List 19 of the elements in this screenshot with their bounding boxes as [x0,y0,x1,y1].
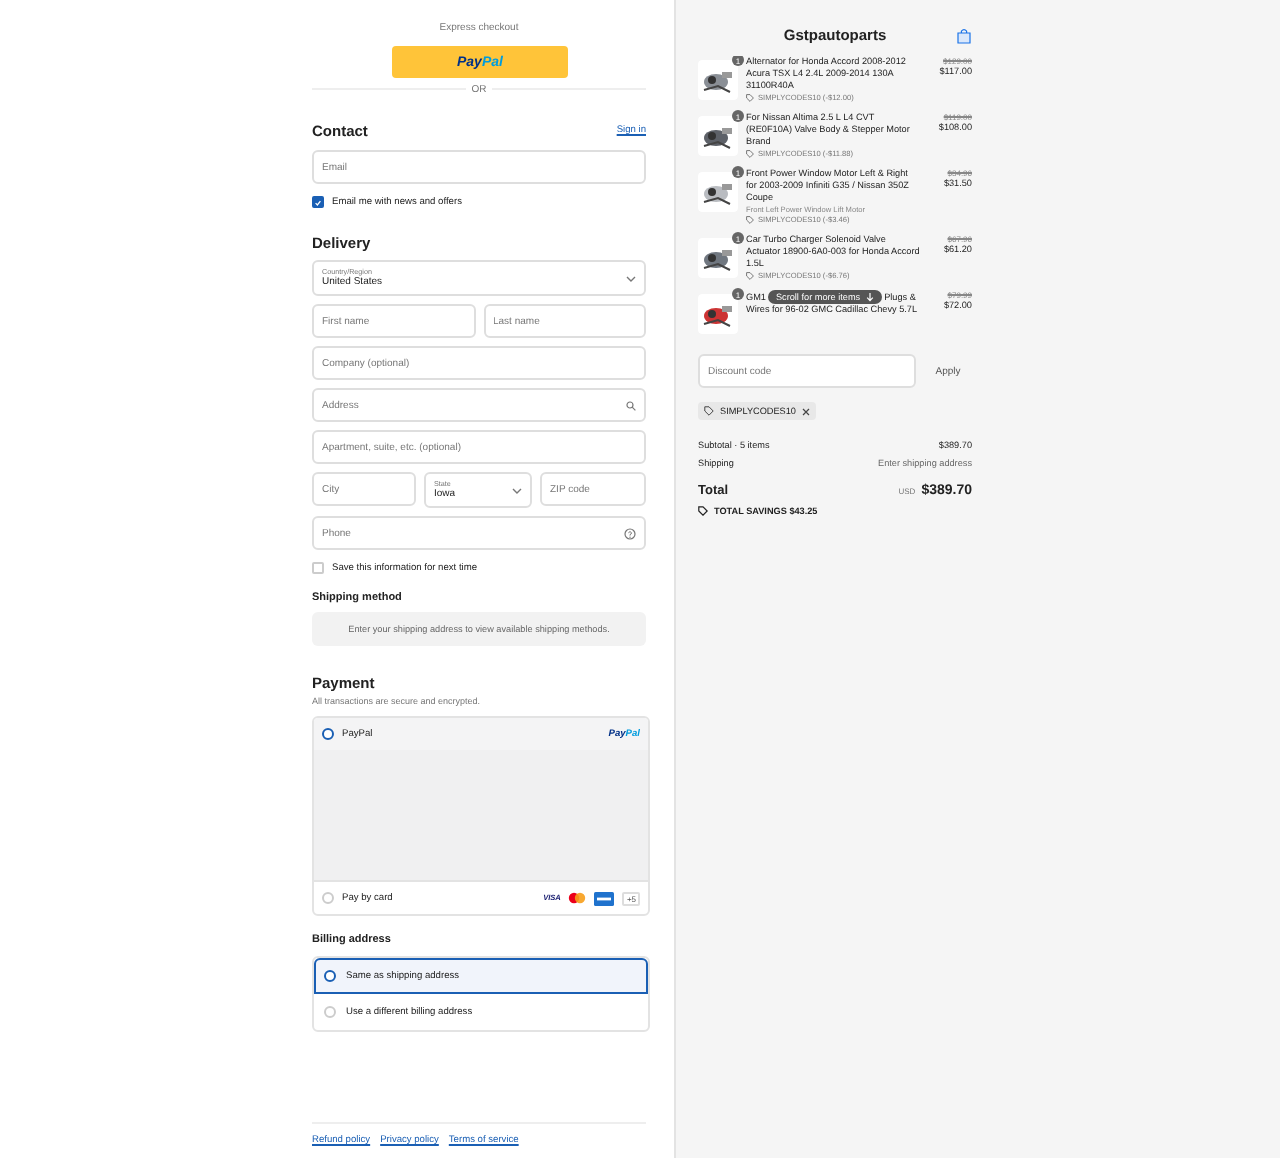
arrow-down-icon [866,292,875,302]
tag-icon [704,406,714,416]
close-icon [801,407,810,415]
help-icon [624,527,636,539]
tag-icon [746,272,754,280]
chevron-down-icon [626,275,636,281]
checkbox[interactable] [312,196,324,208]
tag-icon [746,216,754,224]
radio-button[interactable] [322,728,334,740]
shopping-bag-icon[interactable] [956,27,972,43]
tag-icon [698,506,708,516]
mastercard-icon [568,892,587,904]
card-icon [594,891,615,905]
search-icon [626,400,636,410]
chevron-down-icon [512,487,522,493]
radio-button[interactable] [324,970,336,982]
checkmark-icon [314,197,322,207]
tag-icon [746,94,754,102]
tag-icon [746,150,754,158]
